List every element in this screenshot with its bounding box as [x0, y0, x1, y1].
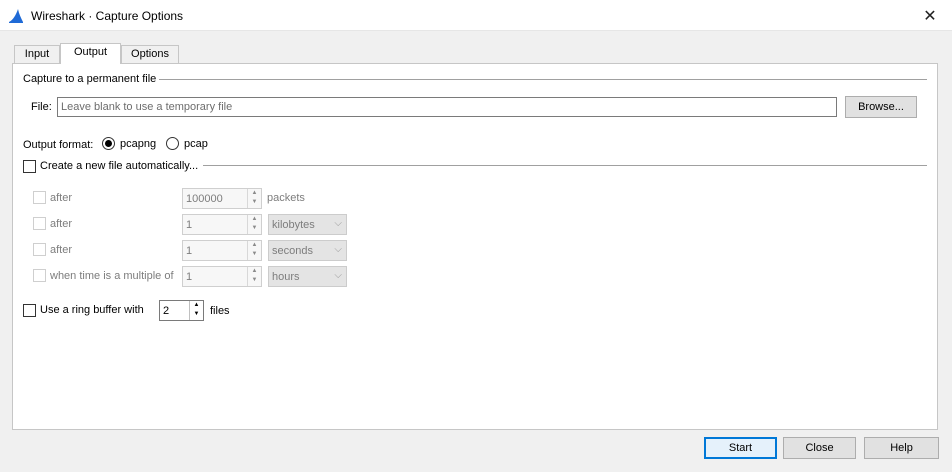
close-button[interactable]: Close: [783, 437, 856, 459]
auto-new-file-checkbox[interactable]: [23, 160, 36, 173]
ring-buffer-label[interactable]: Use a ring buffer with: [40, 304, 144, 316]
tab-options[interactable]: Options: [121, 45, 179, 64]
interval-spinbox[interactable]: 1 ▲ ▼: [182, 266, 262, 287]
spin-arrows-icon[interactable]: ▲ ▼: [247, 267, 261, 286]
window-title: Wireshark · Capture Options: [31, 9, 184, 23]
chevron-down-icon: ⌵: [334, 244, 342, 255]
group-divider: [153, 79, 927, 80]
size-unit-select[interactable]: kilobytes ⌵: [268, 214, 347, 235]
pcapng-radio[interactable]: [102, 137, 115, 150]
help-button[interactable]: Help: [864, 437, 939, 459]
time-unit-select[interactable]: seconds ⌵: [268, 240, 347, 261]
start-button[interactable]: Start: [704, 437, 777, 459]
time-value: 1: [186, 245, 193, 257]
after-packets-checkbox[interactable]: [33, 191, 46, 204]
wireshark-fin-icon: [9, 9, 23, 23]
size-spinbox[interactable]: 1 ▲ ▼: [182, 214, 262, 235]
pcapng-label[interactable]: pcapng: [120, 138, 156, 150]
time-unit-value: seconds: [272, 245, 313, 257]
file-input-placeholder: Leave blank to use a temporary file: [61, 101, 233, 113]
interval-unit-value: hours: [272, 271, 300, 283]
chevron-down-icon: ⌵: [334, 218, 342, 229]
auto-file-divider: [203, 165, 927, 166]
pcap-radio[interactable]: [166, 137, 179, 150]
ring-buffer-suffix: files: [210, 305, 230, 317]
file-input[interactable]: Leave blank to use a temporary file: [57, 97, 837, 117]
pcap-label[interactable]: pcap: [184, 138, 208, 150]
title-bar: Wireshark · Capture Options ✕: [0, 0, 952, 31]
interval-unit-select[interactable]: hours ⌵: [268, 266, 347, 287]
interval-value: 1: [186, 271, 193, 283]
packets-value: 100000: [186, 193, 223, 205]
auto-new-file-label[interactable]: Create a new file automatically...: [40, 160, 198, 172]
size-unit-value: kilobytes: [272, 219, 315, 231]
output-tab-panel: Capture to a permanent file File: Leave …: [12, 63, 938, 430]
time-multiple-label: when time is a multiple of: [50, 270, 174, 282]
after-time-checkbox[interactable]: [33, 243, 46, 256]
after-packets-label: after: [50, 192, 73, 204]
tab-input[interactable]: Input: [14, 45, 60, 64]
after-time-label: after: [50, 244, 73, 256]
spin-arrows-icon[interactable]: ▲ ▼: [247, 189, 261, 208]
output-format-label: Output format:: [23, 139, 94, 151]
browse-button[interactable]: Browse...: [845, 96, 917, 118]
after-size-label: after: [50, 218, 73, 230]
file-label: File:: [31, 101, 52, 113]
ring-buffer-spinbox[interactable]: 2 ▲ ▼: [159, 300, 204, 321]
packets-unit-label: packets: [267, 192, 305, 204]
tab-output[interactable]: Output: [60, 43, 121, 64]
window-close-button[interactable]: ✕: [908, 0, 952, 31]
after-size-checkbox[interactable]: [33, 217, 46, 230]
chevron-down-icon: ⌵: [334, 270, 342, 281]
capture-file-group-title: Capture to a permanent file: [23, 73, 160, 85]
ring-buffer-value: 2: [163, 305, 170, 317]
size-value: 1: [186, 219, 193, 231]
time-multiple-checkbox[interactable]: [33, 269, 46, 282]
spin-arrows-icon[interactable]: ▲ ▼: [247, 215, 261, 234]
ring-buffer-checkbox[interactable]: [23, 304, 36, 317]
spin-arrows-icon[interactable]: ▲ ▼: [247, 241, 261, 260]
spin-arrows-icon[interactable]: ▲ ▼: [189, 301, 203, 320]
time-spinbox[interactable]: 1 ▲ ▼: [182, 240, 262, 261]
packets-spinbox[interactable]: 100000 ▲ ▼: [182, 188, 262, 209]
